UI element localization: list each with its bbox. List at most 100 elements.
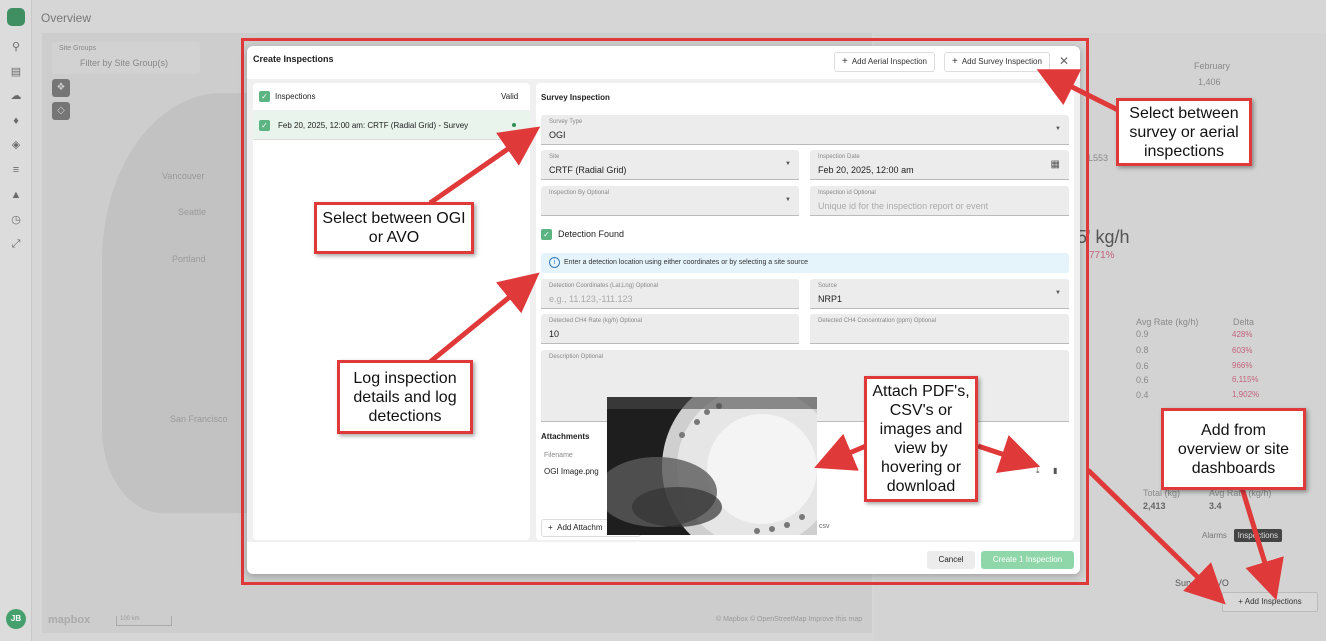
info-banner: i Enter a detection location using eithe… <box>541 253 1069 273</box>
month-value: 1,406 <box>1198 77 1221 87</box>
dialog-title: Create Inspections <box>253 54 334 64</box>
cancel-button[interactable]: Cancel <box>927 551 975 569</box>
detection-found-checkbox[interactable]: ✓ <box>541 229 552 240</box>
section-title: Survey Inspection <box>541 93 610 102</box>
bell-icon[interactable]: ♦ <box>9 114 23 128</box>
select-all-checkbox[interactable]: ✓ <box>259 91 270 102</box>
map-label: Portland <box>172 254 206 264</box>
delta-value: 603% <box>1232 346 1253 355</box>
callout-survey-aerial: Select between survey or aerial inspecti… <box>1116 98 1252 166</box>
source-select[interactable]: Source NRP1 ▼ <box>810 279 1069 309</box>
caret-down-icon: ▼ <box>785 161 791 167</box>
list-item[interactable]: ✓ Feb 20, 2025, 12:00 am: CRTF (Radial G… <box>253 111 530 140</box>
map-label: San Francisco <box>170 414 228 424</box>
field-value: OGI <box>549 130 566 140</box>
field-label: Inspection id Optional <box>818 190 876 196</box>
create-inspection-button[interactable]: Create 1 Inspection <box>981 551 1074 569</box>
site-group-filter[interactable]: Site Groups Filter by Site Group(s) <box>52 42 200 74</box>
callout-add-from: Add from overview or site dashboards <box>1161 408 1306 490</box>
field-label: Detected CH4 Concentration (ppm) Optiona… <box>818 318 937 324</box>
download-icon[interactable]: ⤓ <box>1036 466 1040 476</box>
avg-value: 3.4 <box>1209 501 1222 511</box>
callout-attach: Attach PDF's, CSV's or images and view b… <box>864 376 978 502</box>
site-label: L553 <box>1088 153 1109 163</box>
field-placeholder: e.g., 11.123,-111.123 <box>549 294 633 304</box>
ch4-rate-field[interactable]: Detected CH4 Rate (kg/h) Optional 10 <box>541 314 799 344</box>
ch4-concentration-field[interactable]: Detected CH4 Concentration (ppm) Optiona… <box>810 314 1069 344</box>
cloud-upload-icon[interactable]: ☁ <box>9 89 23 103</box>
field-label: Inspection By Optional <box>549 190 610 196</box>
add-survey-inspection-button[interactable]: + Add Survey Inspection <box>944 52 1050 72</box>
site-group-placeholder: Filter by Site Group(s) <box>80 58 169 68</box>
list-header: ✓ Inspections Valid <box>253 83 530 111</box>
attachment-preview-image <box>607 397 817 535</box>
left-nav: ⚲ ▤ ☁ ♦ ◈ ≡ ▲ ◷ ⤢ JB <box>0 0 32 641</box>
inspection-id-field[interactable]: Inspection id Optional Unique id for the… <box>810 186 1069 216</box>
valid-header: Valid <box>501 92 519 101</box>
close-icon[interactable]: ✕ <box>1059 54 1069 68</box>
bar-chart-icon[interactable]: ▤ <box>9 65 23 79</box>
delta-value: 428% <box>1232 330 1253 339</box>
list-header-label: Inspections <box>275 92 316 101</box>
avg-rate: 0.8 <box>1136 345 1149 355</box>
tab-alarms[interactable]: Alarms <box>1202 531 1227 540</box>
attachment-filename[interactable]: OGI Image.png <box>544 467 599 476</box>
tabs: Alarms Inspections <box>1202 529 1283 542</box>
callout-ogi-avo: Select between OGI or AVO <box>314 202 474 254</box>
plus-icon: + <box>842 56 848 67</box>
inspection-type: Survey - AVO <box>1175 578 1229 588</box>
sensor-icon[interactable]: ▲ <box>9 188 23 202</box>
field-label: Survey Type <box>549 119 583 125</box>
alarm-off-icon[interactable]: ◈ <box>9 138 23 152</box>
history-icon[interactable]: ◷ <box>9 213 23 227</box>
list-item-label: Feb 20, 2025, 12:00 am: CRTF (Radial Gri… <box>278 121 469 130</box>
map-attribution[interactable]: © Mapbox © OpenStreetMap Improve this ma… <box>716 616 862 623</box>
calendar-icon[interactable]: ▦ <box>1051 159 1060 170</box>
field-value: CRTF (Radial Grid) <box>549 165 627 175</box>
add-aerial-inspection-button[interactable]: + Add Aerial Inspection <box>834 52 936 72</box>
field-placeholder: Unique id for the inspection report or e… <box>818 201 989 211</box>
field-label: Inspection Date <box>818 154 860 160</box>
layers-icon[interactable]: ≡ <box>9 163 23 177</box>
avg-rate: 0.4 <box>1136 390 1149 400</box>
delta-value: 1,902% <box>1232 390 1260 399</box>
add-inspections-label: Add Inspections <box>1244 597 1302 606</box>
expand-icon[interactable]: ⤢ <box>9 237 23 251</box>
compass-icon[interactable]: ❖ <box>52 79 70 97</box>
inspection-by-select[interactable]: Inspection By Optional ▼ <box>541 186 799 216</box>
avg-rate: 0.9 <box>1136 329 1149 339</box>
field-label: Detected CH4 Rate (kg/h) Optional <box>549 318 643 324</box>
map-scale: 100 km <box>116 616 172 626</box>
survey-type-select[interactable]: Survey Type OGI ▼ <box>541 115 1069 145</box>
delta-value: 6,115% <box>1232 375 1259 384</box>
layers-icon[interactable]: ◇ <box>52 102 70 120</box>
add-inspections-button[interactable]: + Add Inspections <box>1222 592 1318 612</box>
info-icon: i <box>549 257 560 268</box>
attachment-hint: csv <box>819 523 830 530</box>
avg-rate: 0.6 <box>1136 361 1149 371</box>
info-text: Enter a detection location using either … <box>564 259 808 266</box>
detection-coordinates-field[interactable]: Detection Coordinates (Lat,Lng) Optional… <box>541 279 799 309</box>
avg-rate: 0.6 <box>1136 375 1149 385</box>
emission-delta: 771% <box>1089 250 1115 261</box>
mapbox-logo: mapbox <box>48 614 91 626</box>
attachments-title: Attachments <box>541 432 590 441</box>
caret-down-icon: ▼ <box>1055 290 1061 296</box>
tab-inspections[interactable]: Inspections <box>1233 529 1283 542</box>
inspection-date-field[interactable]: Inspection Date Feb 20, 2025, 12:00 am ▦ <box>810 150 1069 180</box>
app-logo[interactable] <box>7 8 25 26</box>
field-value: NRP1 <box>818 294 843 304</box>
caret-down-icon: ▼ <box>1055 126 1061 132</box>
page-title: Overview <box>41 11 92 25</box>
valid-status-dot <box>512 123 516 127</box>
add-attachment-label: Add Attachm <box>557 523 603 532</box>
avatar[interactable]: JB <box>6 609 26 629</box>
field-value: 10 <box>549 329 560 339</box>
search-icon[interactable]: ⚲ <box>9 40 23 54</box>
avg-rate-header: Avg Rate (kg/h) <box>1136 317 1199 327</box>
map-label: Seattle <box>178 207 207 217</box>
filename-header: Filename <box>544 452 573 459</box>
row-checkbox[interactable]: ✓ <box>259 120 270 131</box>
trash-icon[interactable]: ▮ <box>1053 466 1057 475</box>
site-select[interactable]: Site CRTF (Radial Grid) ▼ <box>541 150 799 180</box>
